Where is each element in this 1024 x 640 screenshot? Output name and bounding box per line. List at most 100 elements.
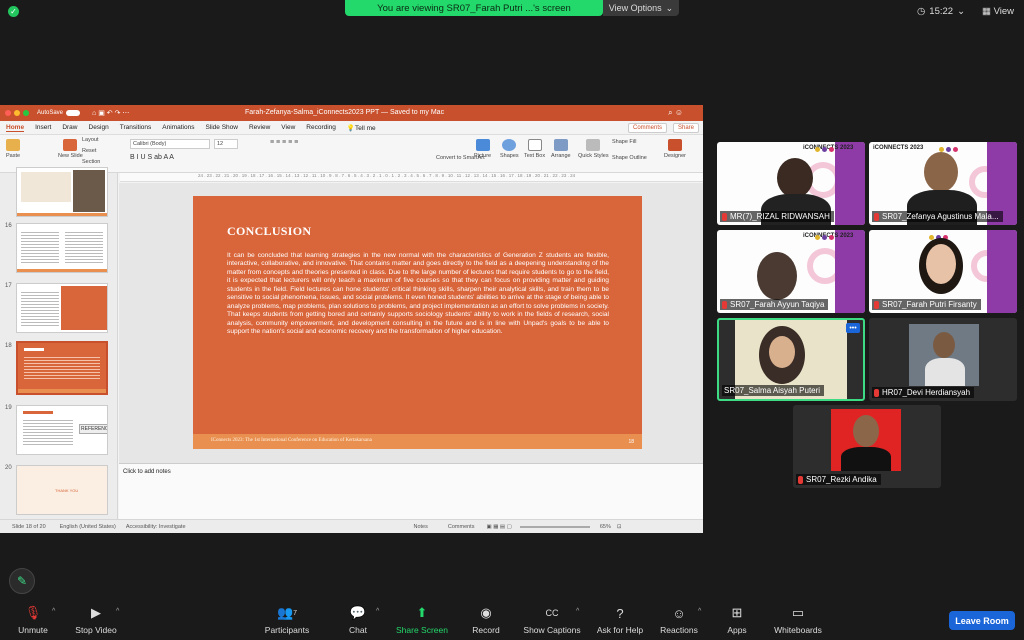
home-icon[interactable]: ⌂ ▣ ↶ ↷ ⋯	[92, 109, 129, 117]
reactions-button[interactable]: ☺ Reactions ^	[658, 605, 701, 636]
tab-home[interactable]: Home	[6, 124, 25, 132]
tab-animations[interactable]: Animations	[162, 124, 194, 131]
slide-thumbnail-19[interactable]: REFERENCES	[16, 405, 108, 455]
participant-video-tile[interactable]: HR07_Devi Herdiansyah	[869, 318, 1017, 401]
view-icons[interactable]: ▣ ▦ ▤ ▢	[486, 524, 511, 530]
comments-button[interactable]: Comments	[627, 123, 667, 133]
font-size-select[interactable]: 12	[214, 139, 238, 149]
new-slide-button[interactable]: New Slide	[58, 139, 83, 159]
tab-draw[interactable]: Draw	[62, 124, 77, 131]
tab-view[interactable]: View	[281, 124, 295, 131]
chat-button[interactable]: 💬 Chat ^	[344, 605, 379, 635]
notes-toggle[interactable]: Notes	[414, 524, 428, 530]
unmute-label: Unmute	[18, 625, 48, 635]
zoom-slider[interactable]	[519, 525, 590, 528]
section-button[interactable]: Section	[82, 159, 100, 165]
shape-fill-button[interactable]: Shape Fill	[612, 139, 636, 145]
notes-pane[interactable]: Click to add notes	[119, 463, 703, 519]
maximize-window-icon[interactable]	[23, 110, 29, 116]
slide-thumbnail-16[interactable]	[16, 223, 108, 273]
view-button[interactable]: ▦ View	[982, 6, 1014, 17]
textbox-button[interactable]: Text Box	[524, 139, 545, 159]
zoom-level[interactable]: 65%	[600, 524, 611, 530]
ppt-status-bar: Slide 18 of 20 English (United States) A…	[0, 519, 703, 533]
slide-canvas[interactable]: CONCLUSION It can be concluded that lear…	[119, 183, 703, 463]
shape-outline-button[interactable]: Shape Outline	[612, 155, 647, 161]
tab-review[interactable]: Review	[249, 124, 270, 131]
slide-thumbnail-20[interactable]: THANK YOU	[16, 465, 108, 515]
shapes-button[interactable]: Shapes	[500, 139, 519, 159]
participant-video-tile[interactable]: SR07_Rezki Andika	[793, 405, 941, 488]
participant-video-tile[interactable]: iCONNECTS 2023 MR(7)_RIZAL RIDWANSAH	[717, 142, 865, 225]
chevron-up-icon[interactable]: ^	[576, 608, 579, 615]
designer-button[interactable]: Designer	[664, 139, 686, 159]
participant-face	[853, 415, 879, 447]
notes-placeholder[interactable]: Click to add notes	[123, 469, 171, 475]
chevron-up-icon[interactable]: ^	[698, 608, 701, 615]
language[interactable]: English (United States)	[60, 524, 116, 530]
slide-body-text[interactable]: It can be concluded that learning strate…	[227, 252, 609, 337]
share-button[interactable]: Share	[672, 123, 699, 133]
annotate-pencil-icon[interactable]: ✎	[9, 568, 35, 594]
slide-title[interactable]: CONCLUSION	[227, 224, 311, 239]
thumb-title	[23, 411, 53, 414]
comments-toggle[interactable]: Comments	[448, 524, 475, 530]
quick-styles-label: Quick Styles	[578, 153, 609, 159]
slide-thumbnail-18[interactable]	[16, 341, 108, 395]
arrange-button[interactable]: Arrange	[551, 139, 571, 159]
clock-time: 15:22	[929, 6, 954, 17]
ask-for-help-button[interactable]: ? Ask for Help	[594, 605, 646, 636]
share-screen-button[interactable]: ⬆ Share Screen	[394, 605, 450, 635]
slide-thumbnail-17[interactable]	[16, 283, 108, 333]
participant-video-tile[interactable]: iCONNECTS 2023 SR07_Farah Ayyun Taqiya	[717, 230, 865, 313]
tab-insert[interactable]: Insert	[35, 124, 51, 131]
participant-name-tag: SR07_Rezki Andika	[796, 474, 881, 485]
autosave-toggle[interactable]	[66, 110, 81, 116]
paste-button[interactable]: Paste	[6, 139, 20, 159]
paragraph-buttons[interactable]: ≡ ≡ ≡ ≡ ≡	[270, 139, 298, 146]
meeting-clock[interactable]: ◷ 15:22 ⌄	[917, 6, 965, 17]
chevron-down-icon: ⌄	[957, 6, 966, 17]
participant-video-tile-active[interactable]: ••• SR07_Salma Aisyah Puteri	[717, 318, 865, 401]
slide-thumbnail-panel[interactable]: 16 17 18 19 REFERENCES 20 THANK YOU	[0, 167, 118, 519]
whiteboards-button[interactable]: ▭ Whiteboards	[770, 605, 826, 635]
view-options-button[interactable]: View Options ⌄	[603, 0, 679, 16]
tab-slide-show[interactable]: Slide Show	[205, 124, 238, 131]
participant-name: HR07_Devi Herdiansyah	[882, 388, 971, 397]
current-slide[interactable]: CONCLUSION It can be concluded that lear…	[193, 196, 642, 449]
chevron-up-icon[interactable]: ^	[116, 608, 119, 615]
unmute-button[interactable]: 🎙 Unmute ^	[14, 605, 55, 635]
quick-styles-button[interactable]: Quick Styles	[578, 139, 609, 159]
more-options-icon[interactable]: •••	[846, 323, 860, 333]
tab-transitions[interactable]: Transitions	[120, 124, 152, 131]
minimize-window-icon[interactable]	[14, 110, 20, 116]
format-buttons[interactable]: B I U S ab A A	[130, 154, 174, 161]
thumb-number: 16	[5, 223, 12, 229]
show-captions-button[interactable]: CC Show Captions ^	[520, 605, 584, 635]
apps-button[interactable]: ⊞ Apps	[724, 605, 750, 635]
stop-video-button[interactable]: ▶ Stop Video ^	[72, 605, 120, 635]
participant-video-tile[interactable]: SR07_Farah Putri Firsanty	[869, 230, 1017, 313]
tab-tell-me[interactable]: 💡Tell me	[347, 124, 376, 132]
tab-design[interactable]: Design	[89, 124, 109, 131]
font-name-select[interactable]: Calibri (Body)	[130, 139, 210, 149]
participant-name: SR07_Farah Ayyun Taqiya	[730, 300, 825, 309]
participant-video-tile[interactable]: iCONNECTS 2023 SR07_Zefanya Agustinus Ma…	[869, 142, 1017, 225]
fit-slide-icon[interactable]: ⊡	[617, 524, 622, 530]
shield-icon[interactable]: ✓	[8, 6, 19, 17]
accessibility-status[interactable]: Accessibility: Investigate	[126, 524, 186, 530]
tab-recording[interactable]: Recording	[306, 124, 336, 131]
leave-room-button[interactable]: Leave Room	[949, 611, 1015, 630]
reset-button[interactable]: Reset	[82, 148, 96, 154]
chevron-up-icon[interactable]: ^	[52, 608, 55, 615]
search-icon[interactable]: ⌕ ☺	[668, 108, 683, 118]
picture-label: Picture	[474, 153, 492, 159]
participants-button[interactable]: 👥 7 Participants	[262, 605, 312, 635]
layout-button[interactable]: Layout	[82, 137, 99, 143]
chevron-up-icon[interactable]: ^	[376, 608, 379, 615]
slide-thumbnail-15[interactable]	[16, 167, 108, 217]
picture-button[interactable]: Picture	[474, 139, 491, 159]
record-button[interactable]: ◉ Record	[470, 605, 502, 635]
participant-name-tag: HR07_Devi Herdiansyah	[872, 387, 975, 398]
close-window-icon[interactable]	[5, 110, 11, 116]
